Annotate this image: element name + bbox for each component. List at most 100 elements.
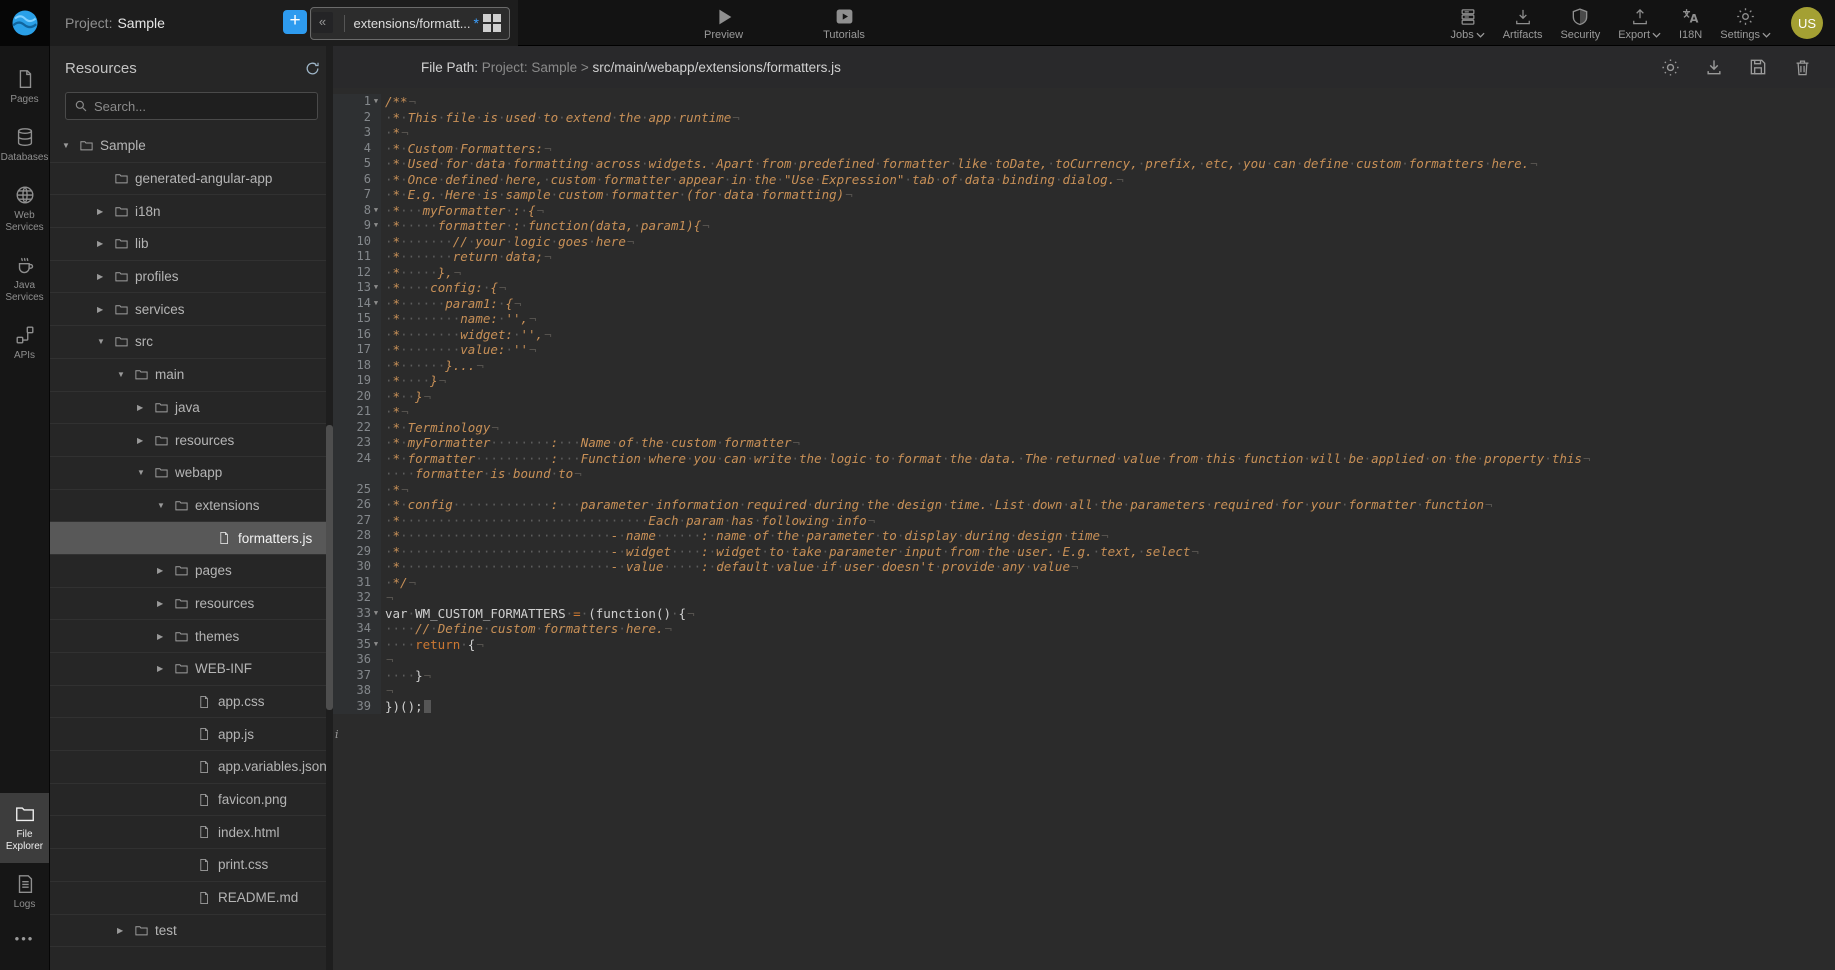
code-line[interactable]: 28·*····························-·name··… (333, 528, 1835, 544)
chevron-right-icon[interactable]: ▶ (97, 207, 114, 216)
collapse-panel-button[interactable]: « (312, 12, 333, 33)
sidebar-item-file-explorer[interactable]: FileExplorer (0, 793, 49, 863)
code-line[interactable]: 13▼·*····config:·{¬ (333, 280, 1835, 296)
export-button[interactable]: Export (1614, 4, 1665, 43)
tree-item-resources[interactable]: ▶resources (50, 588, 333, 621)
code-line[interactable]: 17·*········value:·''¬ (333, 342, 1835, 358)
tree-item-test[interactable]: ▶test (50, 915, 333, 948)
more-menu-button[interactable]: ••• (0, 921, 49, 956)
sidebar-item-web-services[interactable]: WebServices (0, 174, 49, 244)
split-view-icon[interactable] (483, 14, 501, 32)
tree-item-sample[interactable]: ▼Sample (50, 130, 333, 163)
code-line[interactable]: 20·*··}¬ (333, 389, 1835, 405)
code-line[interactable]: 21·*¬ (333, 404, 1835, 420)
tree-item-app-js[interactable]: app.js (50, 718, 333, 751)
code-line[interactable]: 29·*····························-·widget… (333, 544, 1835, 560)
tree-item-readme-md[interactable]: README.md (50, 882, 333, 915)
fold-arrow-icon[interactable]: ▼ (371, 94, 381, 110)
code-line[interactable]: 2·*·This·file·is·used·to·extend·the·app·… (333, 110, 1835, 126)
code-line[interactable]: 11·*·······return·data;¬ (333, 249, 1835, 265)
code-line[interactable]: ····formatter·is·bound·to¬ (333, 466, 1835, 482)
code-line[interactable]: 12·*·····},¬ (333, 265, 1835, 281)
fold-arrow-icon[interactable]: ▼ (371, 637, 381, 653)
chevron-down-icon[interactable]: ▼ (117, 370, 134, 379)
code-line[interactable]: 26·*·config·············:···parameter·in… (333, 497, 1835, 513)
tree-item-lib[interactable]: ▶lib (50, 228, 333, 261)
code-line[interactable]: 31·*/¬ (333, 575, 1835, 591)
fold-arrow-icon[interactable]: ▼ (371, 203, 381, 219)
tree-item-main[interactable]: ▼main (50, 359, 333, 392)
save-file-icon[interactable] (1747, 56, 1769, 78)
code-line[interactable]: 24·*·formatter··········:···Function·whe… (333, 451, 1835, 467)
panel-scrollbar-thumb[interactable] (326, 425, 333, 710)
code-line[interactable]: 37····}¬ (333, 668, 1835, 684)
chevron-right-icon[interactable]: ▶ (157, 566, 174, 575)
code-line[interactable]: 14▼·*······param1:·{¬ (333, 296, 1835, 312)
tree-item-webapp[interactable]: ▼webapp (50, 457, 333, 490)
tree-item-services[interactable]: ▶services (50, 293, 333, 326)
code-line[interactable]: 36¬ (333, 652, 1835, 668)
chevron-right-icon[interactable]: ▶ (97, 272, 114, 281)
tree-item-profiles[interactable]: ▶profiles (50, 261, 333, 294)
delete-file-icon[interactable] (1791, 56, 1813, 78)
sidebar-item-java-services[interactable]: JavaServices (0, 244, 49, 314)
chevron-down-icon[interactable]: ▼ (157, 501, 174, 510)
preview-button[interactable]: Preview (700, 0, 747, 46)
code-line[interactable]: 22·*·Terminology¬ (333, 420, 1835, 436)
tree-item-web-inf[interactable]: ▶WEB-INF (50, 653, 333, 686)
search-input[interactable] (94, 99, 309, 114)
tree-item-generated-angular-app[interactable]: generated-angular-app (50, 163, 333, 196)
chevron-right-icon[interactable]: ▶ (137, 403, 154, 412)
fold-arrow-icon[interactable]: ▼ (371, 296, 381, 312)
code-line[interactable]: 23·*·myFormatter········:···Name·of·the·… (333, 435, 1835, 451)
fold-arrow-icon[interactable]: ▼ (371, 606, 381, 622)
code-line[interactable]: 35▼····return·{¬ (333, 637, 1835, 653)
code-line[interactable]: 15·*········name:·'',¬ (333, 311, 1835, 327)
jobs-button[interactable]: Jobs (1446, 4, 1488, 43)
tree-item-src[interactable]: ▼src (50, 326, 333, 359)
sidebar-item-databases[interactable]: Databases (0, 116, 49, 174)
tree-item-print-css[interactable]: print.css (50, 849, 333, 882)
sidebar-item-pages[interactable]: Pages (0, 58, 49, 116)
code-line[interactable]: 34····//·Define·custom·formatters·here.¬ (333, 621, 1835, 637)
code-line[interactable]: 7·*·E.g.·Here·is·sample·custom·formatter… (333, 187, 1835, 203)
code-line[interactable]: 25·*¬ (333, 482, 1835, 498)
avatar[interactable]: US (1791, 7, 1823, 39)
chevron-right-icon[interactable]: ▶ (97, 239, 114, 248)
chevron-right-icon[interactable]: ▶ (157, 664, 174, 673)
code-line[interactable]: 4·*·Custom·Formatters:¬ (333, 141, 1835, 157)
i18n-button[interactable]: A I18N (1675, 4, 1706, 43)
code-line[interactable]: 16·*········widget:·'',¬ (333, 327, 1835, 343)
chevron-down-icon[interactable]: ▼ (137, 468, 154, 477)
code-line[interactable]: 39})(); (333, 699, 1835, 715)
tree-item-app-variables-json[interactable]: app.variables.json (50, 751, 333, 784)
code-line[interactable]: 9▼·*·····formatter·:·function(data,·para… (333, 218, 1835, 234)
tree-item-pages[interactable]: ▶pages (50, 555, 333, 588)
chevron-right-icon[interactable]: ▶ (97, 305, 114, 314)
code-line[interactable]: 18·*······}...¬ (333, 358, 1835, 374)
chevron-right-icon[interactable]: ▶ (117, 926, 134, 935)
wavemaker-logo[interactable] (0, 0, 50, 46)
code-line[interactable]: 38¬ (333, 683, 1835, 699)
tree-item-java[interactable]: ▶java (50, 392, 333, 425)
code-line[interactable]: 33▼var·WM_CUSTOM_FORMATTERS·=·(function(… (333, 606, 1835, 622)
code-line[interactable]: 27·*·································Eac… (333, 513, 1835, 529)
chevron-down-icon[interactable]: ▼ (97, 337, 114, 346)
chevron-right-icon[interactable]: ▶ (157, 599, 174, 608)
code-line[interactable]: 32¬ (333, 590, 1835, 606)
sidebar-item-apis[interactable]: APIs (0, 314, 49, 372)
editor-settings-icon[interactable] (1659, 56, 1681, 78)
code-line[interactable]: 1▼/**¬ (333, 94, 1835, 110)
tree-item-extensions[interactable]: ▼extensions (50, 490, 333, 523)
code-line[interactable]: 3·*¬ (333, 125, 1835, 141)
tree-item-index-html[interactable]: index.html (50, 816, 333, 849)
tree-item-app-css[interactable]: app.css (50, 686, 333, 719)
sidebar-item-logs[interactable]: Logs (0, 863, 49, 921)
refresh-icon[interactable] (301, 57, 323, 79)
code-line[interactable]: 5·*·Used·for·data·formatting·across·widg… (333, 156, 1835, 172)
tree-item-themes[interactable]: ▶themes (50, 620, 333, 653)
code-line[interactable]: 19·*····}¬ (333, 373, 1835, 389)
settings-button[interactable]: Settings (1716, 4, 1775, 43)
tutorials-button[interactable]: Tutorials (819, 0, 869, 46)
code-line[interactable]: 8▼·*···myFormatter·:·{¬ (333, 203, 1835, 219)
